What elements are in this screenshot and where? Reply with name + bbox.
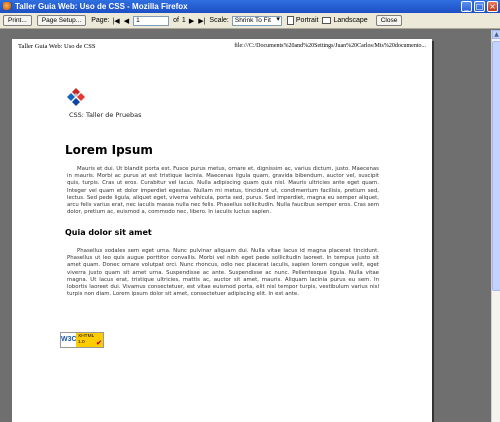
print-preview-toolbar: Print... Page Setup... Page: |◀ ◀ 1 of 1… — [0, 13, 500, 29]
window-title: Taller Guia Web: Uso de CSS - Mozilla Fi… — [15, 2, 188, 11]
print-button[interactable]: Print... — [3, 15, 32, 26]
portrait-radio[interactable]: Portrait — [286, 16, 319, 25]
portrait-icon — [286, 16, 294, 25]
paragraph-2: Phasellus sodales sem eget urna. Nunc pu… — [67, 248, 379, 298]
firefox-icon — [3, 2, 12, 11]
scroll-up-icon[interactable]: ▲ — [492, 30, 500, 39]
page-number-input[interactable]: 1 — [133, 15, 170, 26]
scale-label: Scale: — [209, 17, 229, 24]
of-label: of — [173, 17, 179, 24]
check-icon: ✔ — [96, 340, 102, 347]
page-subtitle: CSS: Taller de Pruebas — [69, 111, 142, 119]
site-logo-icon — [67, 88, 85, 106]
page-label: Page: — [91, 17, 110, 24]
scale-select[interactable]: Shrink To Fit — [231, 15, 282, 26]
maximize-button[interactable]: □ — [474, 1, 485, 12]
portrait-label: Portrait — [295, 17, 319, 24]
scrollbar-thumb[interactable] — [492, 41, 500, 291]
vertical-scrollbar[interactable]: ▲ — [491, 30, 500, 422]
last-page-icon[interactable]: ▶| — [198, 17, 205, 25]
landscape-radio[interactable]: Landscape — [322, 17, 368, 24]
xhtml-badge-label: XHTML 1.0 ✔ — [76, 333, 103, 347]
page-header-title: Taller Guia Web: Uso de CSS — [18, 43, 96, 50]
main-heading: Lorem Ipsum — [65, 143, 153, 157]
landscape-label: Landscape — [333, 17, 368, 24]
preview-area: Taller Guia Web: Uso de CSS file:///C:/D… — [0, 30, 491, 422]
title-bar: Taller Guia Web: Uso de CSS - Mozilla Fi… — [0, 0, 500, 13]
minimize-button[interactable]: _ — [461, 1, 472, 12]
close-window-button[interactable]: × — [487, 1, 498, 12]
page-setup-button[interactable]: Page Setup... — [36, 15, 87, 26]
total-pages: 1 — [181, 17, 186, 24]
close-preview-button[interactable]: Close — [375, 15, 403, 26]
printed-page: Taller Guia Web: Uso de CSS file:///C:/D… — [12, 39, 432, 422]
window-controls: _ □ × — [461, 1, 498, 12]
landscape-icon — [322, 17, 332, 24]
prev-page-icon[interactable]: ◀ — [124, 17, 129, 25]
next-page-icon[interactable]: ▶ — [189, 17, 194, 25]
first-page-icon[interactable]: |◀ — [112, 17, 119, 25]
paragraph-1: Mauris et dui. Ut blandit porta est. Fus… — [67, 166, 379, 216]
page-header-url: file:///C:/Documents%20and%20Settings/Ju… — [234, 43, 426, 49]
w3c-badge-label: W3C — [61, 333, 77, 347]
sub-heading: Quia dolor sit amet — [65, 228, 152, 237]
w3c-xhtml-badge[interactable]: W3C XHTML 1.0 ✔ — [60, 332, 104, 348]
